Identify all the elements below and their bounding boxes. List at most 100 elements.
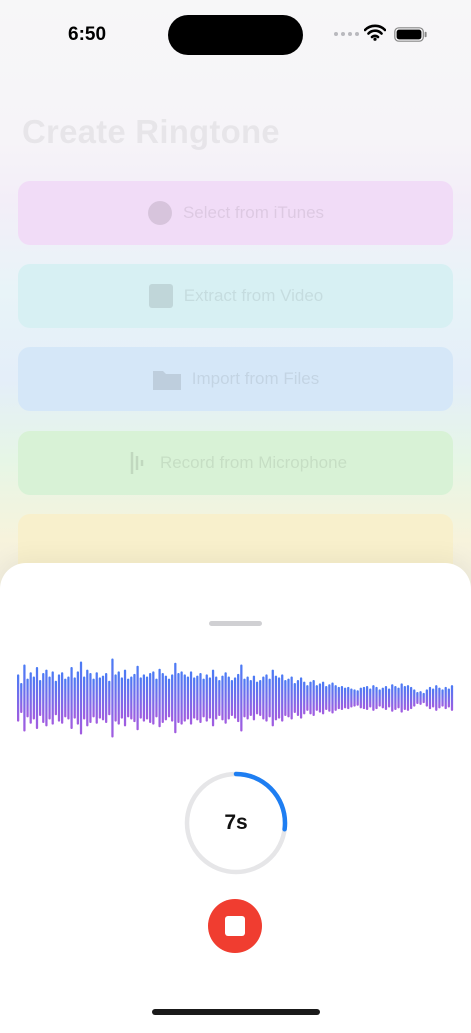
waveform-bar: [95, 672, 98, 724]
waveform-bar: [309, 681, 312, 715]
waveform-bar: [164, 675, 168, 721]
waveform-bar: [337, 686, 340, 710]
waveform-bar: [252, 675, 256, 721]
waveform-bar: [262, 676, 265, 720]
waveform-bar: [290, 676, 293, 720]
waveform-bar: [444, 686, 447, 710]
waveform-bar: [218, 679, 221, 717]
waveform-bar: [431, 688, 435, 708]
option-select-itunes: Select from iTunes: [18, 181, 453, 245]
waveform-bar: [61, 672, 64, 724]
waveform-bar: [409, 686, 413, 710]
waveform-bar: [265, 674, 268, 722]
waveform-bar: [73, 677, 76, 719]
waveform-bar: [230, 679, 234, 717]
waveform-bar: [189, 671, 193, 725]
home-indicator[interactable]: [152, 1009, 320, 1015]
waveform-bar: [359, 687, 362, 709]
waveform-bar: [299, 677, 303, 719]
waveform-bar: [400, 683, 403, 713]
waveform-bar: [259, 679, 262, 717]
waveform-bar: [343, 687, 347, 709]
waveform-bar: [340, 685, 344, 711]
waveform-bar: [347, 686, 350, 710]
waveform-bar: [315, 685, 318, 711]
waveform-bar: [20, 682, 23, 714]
waveform-bar: [268, 678, 271, 718]
option-import-files: Import from Files: [18, 347, 453, 411]
status-time: 6:50: [68, 24, 107, 45]
waveform-bar: [281, 674, 284, 722]
waveform-bar: [39, 679, 42, 717]
waveform-bar: [428, 686, 432, 710]
waveform-bar: [277, 677, 281, 719]
waveform-bar: [92, 678, 95, 718]
waveform-bar: [328, 684, 331, 712]
waveform-bar: [240, 664, 243, 732]
waveform-bar: [246, 676, 249, 720]
waveform-bar: [425, 689, 428, 707]
waveform-bar: [208, 677, 212, 719]
waveform-bar: [45, 669, 48, 727]
waveform-bar: [255, 681, 259, 715]
waveform-bar: [139, 677, 142, 719]
waveform-bar: [334, 685, 337, 711]
waveform-bar: [205, 674, 208, 722]
waveform-bar: [51, 671, 54, 725]
waveform-bar: [237, 673, 240, 723]
waveform-bar: [171, 674, 174, 722]
waveform-bar: [406, 685, 410, 711]
stop-recording-button[interactable]: [208, 899, 262, 953]
waveform-bar: [86, 669, 89, 727]
waveform-bar: [243, 678, 246, 718]
waveform-bar: [416, 691, 419, 705]
waveform-bar: [98, 677, 101, 719]
wifi-icon: [364, 24, 386, 41]
cellular-signal-icon: [334, 32, 359, 36]
waveform-bar: [312, 679, 315, 717]
waveform-bar: [158, 668, 161, 728]
waveform-bar: [64, 678, 67, 718]
waveform-bar: [136, 665, 139, 731]
waveform-bar: [183, 674, 186, 722]
sheet-grabber[interactable]: [209, 621, 262, 626]
waveform-bar: [284, 679, 287, 717]
waveform-bar: [293, 682, 296, 714]
waveform-bar: [221, 675, 224, 721]
waveform-bar: [375, 686, 378, 710]
waveform-bar: [111, 658, 114, 738]
waveform-bar: [133, 673, 136, 723]
waveform-bar: [79, 661, 83, 735]
stop-icon: [225, 916, 245, 936]
music-note-icon: [147, 201, 172, 225]
waveform-bar: [350, 688, 353, 708]
waveform-bar: [224, 672, 227, 724]
waveform-bar: [318, 683, 322, 713]
waveform-bar: [233, 677, 237, 719]
microphone-icon: [130, 452, 144, 474]
waveform-bar: [296, 679, 300, 717]
waveform-bar: [306, 685, 309, 711]
option-label: Record from Microphone: [159, 453, 348, 472]
waveform-bar: [57, 674, 61, 722]
waveform-bar: [83, 676, 86, 720]
waveform-bar: [287, 678, 290, 718]
waveform-bar: [167, 678, 171, 718]
dynamic-island: [168, 15, 303, 55]
waveform-bar: [17, 674, 20, 722]
waveform-bar: [54, 680, 57, 716]
waveform-bar: [215, 676, 218, 720]
waveform-bar: [422, 692, 425, 704]
waveform-bar: [152, 671, 155, 725]
video-icon: [148, 284, 173, 308]
waveform-bar: [149, 673, 152, 723]
waveform-bar: [381, 687, 384, 709]
waveform-bar: [384, 685, 388, 711]
waveform-bar: [108, 680, 111, 716]
waveform-bar: [174, 662, 177, 734]
waveform-bar: [403, 685, 406, 711]
waveform-bar: [127, 678, 130, 718]
waveform-bar: [435, 685, 438, 711]
recording-sheet: 7s: [0, 563, 471, 1033]
waveform-bar: [105, 673, 108, 723]
